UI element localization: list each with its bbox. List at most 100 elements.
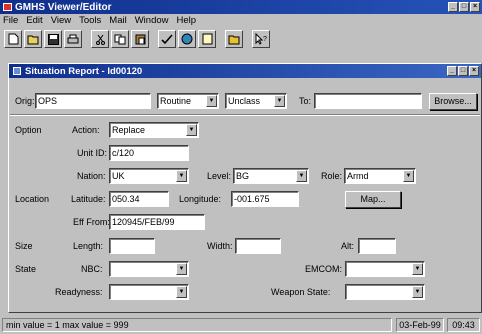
maximize-icon[interactable]: □ <box>459 2 469 12</box>
efffrom-label: Eff From: <box>73 217 110 227</box>
readyness-select[interactable]: ▼ <box>109 284 189 300</box>
chevron-down-icon[interactable]: ▼ <box>412 263 423 275</box>
chevron-down-icon[interactable]: ▼ <box>403 170 414 182</box>
chevron-down-icon[interactable]: ▼ <box>274 95 285 107</box>
situation-report-window: Situation Report - Id00120 _ □ × Orig: O… <box>8 63 482 313</box>
option-label: Option <box>15 125 42 135</box>
close-icon[interactable]: × <box>470 2 480 12</box>
length-label: Length: <box>73 241 104 251</box>
app-icon <box>3 3 12 11</box>
weaponstate-label: Weapon State: <box>271 287 331 297</box>
menu-file[interactable]: File <box>3 15 18 26</box>
status-time: 09:43 <box>447 318 480 332</box>
nbc-label: NBC: <box>81 264 103 274</box>
map-button[interactable]: Map... <box>345 191 401 208</box>
priority-select[interactable]: Routine ▼ <box>157 93 219 109</box>
header-separator <box>10 114 480 116</box>
longitude-field[interactable]: -001.675 <box>231 191 299 207</box>
window-controls: _ □ × <box>448 2 480 12</box>
document-icon <box>13 67 21 75</box>
check-icon[interactable] <box>158 30 176 48</box>
nation-label: Nation: <box>77 171 106 181</box>
nation-select[interactable]: UK ▼ <box>109 168 189 184</box>
paste-icon[interactable] <box>131 30 149 48</box>
minimize-icon[interactable]: _ <box>448 2 458 12</box>
help-pointer-icon[interactable]: ? <box>252 30 270 48</box>
child-title: Situation Report - Id00120 <box>25 65 143 77</box>
size-label: Size <box>15 241 33 251</box>
longitude-label: Longitude: <box>179 194 222 204</box>
app-title-bar[interactable]: GMHS Viewer/Editor _ □ × <box>0 0 482 14</box>
width-field[interactable] <box>235 238 281 254</box>
chevron-down-icon[interactable]: ▼ <box>176 263 187 275</box>
action-label: Action: <box>72 125 100 135</box>
location-label: Location <box>15 194 50 204</box>
role-label: Role: <box>321 171 343 181</box>
level-label: Level: <box>207 171 232 181</box>
copy-icon[interactable] <box>111 30 129 48</box>
to-field[interactable] <box>314 93 422 109</box>
action-value: Replace <box>112 125 146 135</box>
menu-view[interactable]: View <box>51 15 71 26</box>
status-bar: min value = 1 max value = 999 03-Feb-99 … <box>0 316 482 334</box>
new-icon[interactable] <box>4 30 22 48</box>
menu-edit[interactable]: Edit <box>26 15 42 26</box>
chevron-down-icon[interactable]: ▼ <box>412 286 423 298</box>
app-title: GMHS Viewer/Editor <box>15 1 112 13</box>
menu-help[interactable]: Help <box>177 15 197 26</box>
browse-button[interactable]: Browse... <box>429 93 477 110</box>
svg-text:?: ? <box>263 36 267 43</box>
alt-field[interactable] <box>358 238 396 254</box>
child-maximize-icon[interactable]: □ <box>458 66 468 76</box>
orig-label: Orig: <box>15 96 35 106</box>
chevron-down-icon[interactable]: ▼ <box>296 170 307 182</box>
unitid-field[interactable]: c/120 <box>109 145 189 161</box>
toolbar: ? <box>0 27 482 51</box>
status-date: 03-Feb-99 <box>396 318 444 332</box>
latitude-label: Latitude: <box>71 194 106 204</box>
latitude-field[interactable]: 050.34 <box>109 191 169 207</box>
classification-select[interactable]: Unclass ▼ <box>225 93 287 109</box>
menu-tools[interactable]: Tools <box>79 15 101 26</box>
open-icon[interactable] <box>24 30 42 48</box>
role-select[interactable]: Armd ▼ <box>344 168 416 184</box>
chevron-down-icon[interactable]: ▼ <box>186 124 197 136</box>
level-select[interactable]: BG ▼ <box>233 168 309 184</box>
orig-field[interactable]: OPS <box>35 93 151 109</box>
menu-mail[interactable]: Mail <box>109 15 126 26</box>
emcom-label: EMCOM: <box>305 264 342 274</box>
folder-icon[interactable] <box>225 30 243 48</box>
efffrom-field[interactable]: 120945/FEB/99 <box>109 214 205 230</box>
nation-value: UK <box>112 171 125 181</box>
weaponstate-select[interactable]: ▼ <box>345 284 425 300</box>
chevron-down-icon[interactable]: ▼ <box>206 95 217 107</box>
note-icon[interactable] <box>198 30 216 48</box>
chevron-down-icon[interactable]: ▼ <box>176 286 187 298</box>
width-label: Width: <box>207 241 233 251</box>
child-close-icon[interactable]: × <box>469 66 479 76</box>
child-window-controls: _ □ × <box>447 66 479 76</box>
menu-window[interactable]: Window <box>135 15 169 26</box>
readyness-label: Readyness: <box>55 287 103 297</box>
length-field[interactable] <box>109 238 155 254</box>
child-title-bar[interactable]: Situation Report - Id00120 _ □ × <box>9 64 481 78</box>
chevron-down-icon[interactable]: ▼ <box>176 170 187 182</box>
globe-icon[interactable] <box>178 30 196 48</box>
classification-value: Unclass <box>228 96 261 106</box>
app-window: GMHS Viewer/Editor _ □ × File Edit View … <box>0 0 482 334</box>
state-label: State <box>15 264 37 274</box>
alt-label: Alt: <box>341 241 355 251</box>
child-minimize-icon[interactable]: _ <box>447 66 457 76</box>
unitid-label: Unit ID: <box>77 148 108 158</box>
menu-bar: File Edit View Tools Mail Window Help <box>0 14 482 27</box>
nbc-select[interactable]: ▼ <box>109 261 189 277</box>
level-value: BG <box>236 171 250 181</box>
print-icon[interactable] <box>64 30 82 48</box>
cut-icon[interactable] <box>91 30 109 48</box>
status-message: min value = 1 max value = 999 <box>2 318 392 332</box>
save-icon[interactable] <box>44 30 62 48</box>
priority-value: Routine <box>160 96 192 106</box>
to-label: To: <box>299 96 312 106</box>
action-select[interactable]: Replace ▼ <box>109 122 199 138</box>
emcom-select[interactable]: ▼ <box>345 261 425 277</box>
